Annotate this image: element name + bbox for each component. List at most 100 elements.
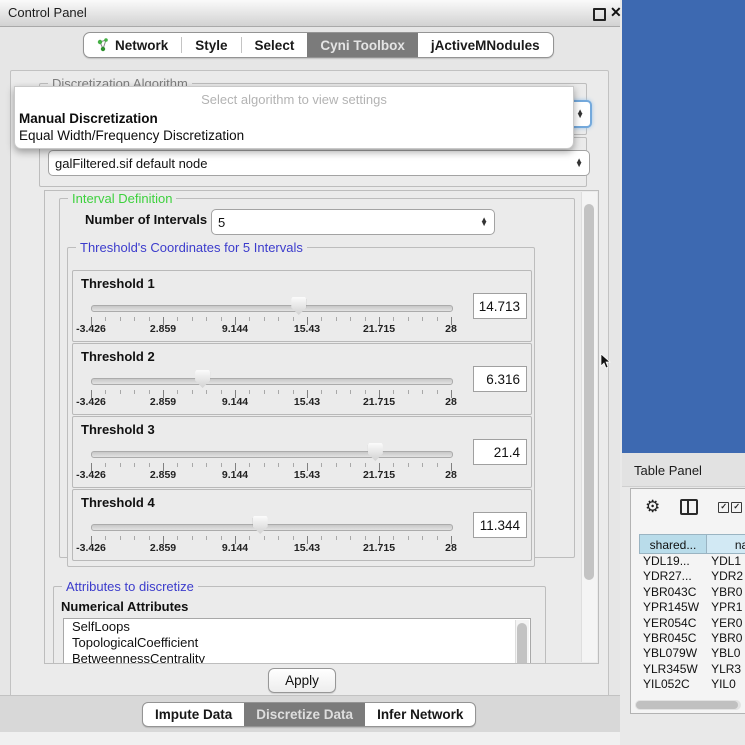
minor-tick bbox=[105, 390, 106, 394]
slider-thumb[interactable] bbox=[253, 516, 268, 534]
minor-tick bbox=[221, 463, 222, 467]
minor-tick bbox=[149, 317, 150, 321]
minor-tick bbox=[293, 463, 294, 467]
checkbox-checked-icon[interactable]: ✓ bbox=[731, 502, 742, 513]
tick-label: 9.144 bbox=[222, 542, 248, 554]
table-row[interactable]: YPR145WYPR1 bbox=[639, 600, 745, 615]
tab-label: Discretize Data bbox=[256, 707, 353, 722]
tick-label: 28 bbox=[445, 542, 457, 554]
table-row[interactable]: YLR345WYLR3 bbox=[639, 662, 745, 677]
table-row[interactable]: YER054CYER0 bbox=[639, 616, 745, 631]
algorithm-option-equal-width[interactable]: Equal Width/Frequency Discretization bbox=[15, 127, 573, 144]
minor-tick bbox=[105, 463, 106, 467]
minor-tick bbox=[264, 317, 265, 321]
table-data-combobox[interactable]: galFiltered.sif default node ▲▼ bbox=[48, 150, 590, 176]
attribute-list-item[interactable]: BetweennessCentrality bbox=[64, 651, 530, 664]
slider-track[interactable] bbox=[91, 451, 453, 458]
cell-name: YBL0 bbox=[707, 646, 745, 661]
cell-shared-name: YDL19... bbox=[639, 554, 707, 569]
attribute-list-item[interactable]: TopologicalCoefficient bbox=[64, 635, 530, 651]
tab-infer-network[interactable]: Infer Network bbox=[365, 703, 475, 726]
slider-thumb[interactable] bbox=[291, 297, 306, 315]
number-of-intervals-combobox[interactable]: 5 ▲▼ bbox=[211, 209, 495, 235]
settings-scrollbar[interactable] bbox=[581, 192, 597, 662]
minor-tick bbox=[293, 390, 294, 394]
table-row[interactable]: YBR043CYBR0 bbox=[639, 585, 745, 600]
table-row[interactable]: YDL19...YDL1 bbox=[639, 554, 745, 569]
table-row[interactable]: YIL052CYIL0 bbox=[639, 677, 745, 692]
gear-icon[interactable]: ⚙ bbox=[645, 497, 660, 517]
minor-tick bbox=[264, 390, 265, 394]
table-row[interactable]: YBL079WYBL0 bbox=[639, 646, 745, 661]
threshold-value-field[interactable]: 14.713 bbox=[473, 293, 527, 319]
network-icon bbox=[97, 38, 110, 52]
cell-name: YLR3 bbox=[707, 662, 745, 677]
tick-label: 2.859 bbox=[150, 323, 176, 335]
apply-button[interactable]: Apply bbox=[268, 668, 336, 693]
table-row[interactable]: YDR27...YDR2 bbox=[639, 569, 745, 584]
table-hscrollbar[interactable] bbox=[635, 700, 741, 710]
attribute-list-item[interactable]: SelfLoops bbox=[64, 619, 530, 635]
tab-jactivemnodules[interactable]: jActiveMNodules bbox=[418, 33, 553, 57]
interval-definition-title: Interval Definition bbox=[68, 191, 176, 206]
minor-tick bbox=[221, 390, 222, 394]
slider-track[interactable] bbox=[91, 305, 453, 312]
minor-tick bbox=[120, 390, 121, 394]
minor-tick bbox=[134, 390, 135, 394]
minor-tick bbox=[105, 317, 106, 321]
minor-tick bbox=[206, 317, 207, 321]
threshold-box-2: Threshold 26.316-3.4262.8599.14415.4321.… bbox=[72, 343, 532, 415]
cell-shared-name: YBR043C bbox=[639, 585, 707, 600]
minor-tick bbox=[393, 317, 394, 321]
minor-tick bbox=[422, 317, 423, 321]
attributes-scrollbar[interactable] bbox=[515, 620, 529, 664]
numerical-attributes-list[interactable]: SelfLoopsTopologicalCoefficientBetweenne… bbox=[63, 618, 531, 664]
close-icon[interactable]: ✕ bbox=[610, 4, 622, 21]
minor-tick bbox=[278, 536, 279, 540]
float-window-icon[interactable] bbox=[593, 8, 606, 21]
threshold-value-field[interactable]: 21.4 bbox=[473, 439, 527, 465]
split-columns-icon[interactable] bbox=[680, 499, 698, 515]
slider-thumb[interactable] bbox=[195, 370, 210, 388]
minor-tick bbox=[393, 536, 394, 540]
tab-style[interactable]: Style bbox=[182, 33, 240, 57]
minor-tick bbox=[264, 536, 265, 540]
column-header-name[interactable]: na bbox=[707, 534, 745, 554]
slider-thumb[interactable] bbox=[368, 443, 383, 461]
minor-tick bbox=[192, 536, 193, 540]
minor-tick bbox=[336, 463, 337, 467]
table-panel-titlebar: Table Panel bbox=[622, 453, 745, 487]
attributes-group-title: Attributes to discretize bbox=[62, 579, 198, 594]
table-panel-title: Table Panel bbox=[634, 463, 702, 478]
tick-label: 9.144 bbox=[222, 396, 248, 408]
minor-tick bbox=[278, 463, 279, 467]
cell-shared-name: YLR345W bbox=[639, 662, 707, 677]
slider-track[interactable] bbox=[91, 524, 453, 531]
cell-shared-name: YPR145W bbox=[639, 600, 707, 615]
minor-tick bbox=[408, 463, 409, 467]
tab-impute-data[interactable]: Impute Data bbox=[143, 703, 244, 726]
threshold-value-field[interactable]: 11.344 bbox=[473, 512, 527, 538]
column-header-shared-name[interactable]: shared... bbox=[639, 534, 707, 554]
tab-label: Impute Data bbox=[155, 707, 232, 722]
minor-tick bbox=[336, 317, 337, 321]
threshold-box-4: Threshold 411.344-3.4262.8599.14415.4321… bbox=[72, 489, 532, 561]
threshold-value-field[interactable]: 6.316 bbox=[473, 366, 527, 392]
tab-label: Network bbox=[115, 38, 168, 53]
minor-tick bbox=[293, 536, 294, 540]
algorithm-placeholder: Select algorithm to view settings bbox=[15, 89, 573, 110]
tab-select[interactable]: Select bbox=[242, 33, 308, 57]
node-table[interactable]: shared...naYDL19...YDL1YDR27...YDR2YBR04… bbox=[639, 534, 745, 693]
checkbox-checked-icon[interactable]: ✓ bbox=[718, 502, 729, 513]
tab-cyni-toolbox[interactable]: Cyni Toolbox bbox=[307, 33, 418, 57]
algorithm-option-manual[interactable]: Manual Discretization bbox=[15, 110, 573, 127]
minor-tick bbox=[206, 390, 207, 394]
slider-track[interactable] bbox=[91, 378, 453, 385]
tab-network[interactable]: Network bbox=[84, 33, 181, 57]
minor-tick bbox=[221, 317, 222, 321]
tick-label: -3.426 bbox=[76, 469, 106, 481]
cell-shared-name: YDR27... bbox=[639, 569, 707, 584]
table-row[interactable]: YBR045CYBR0 bbox=[639, 631, 745, 646]
tab-discretize-data[interactable]: Discretize Data bbox=[244, 703, 365, 726]
minor-tick bbox=[365, 463, 366, 467]
